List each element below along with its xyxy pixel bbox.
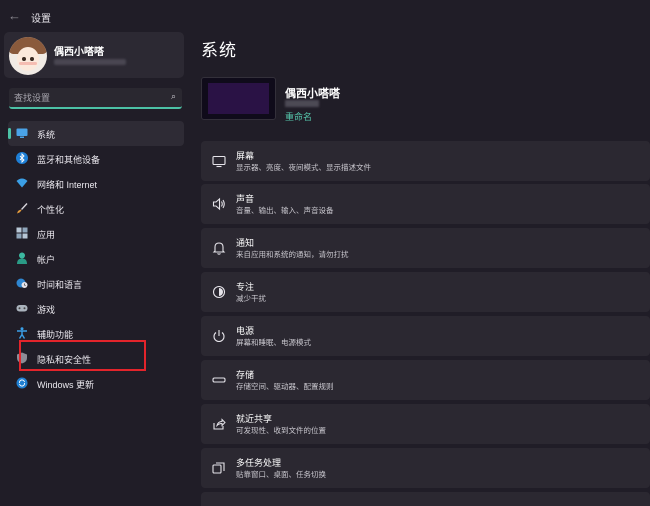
card-description: 减少干扰 [236,294,266,303]
sidebar-item-personalization[interactable]: 个性化 [8,196,184,221]
settings-card-focus[interactable]: 专注 减少干扰 [201,272,650,312]
share-icon [213,418,226,430]
account-icon [17,252,27,264]
brush-icon [17,203,28,214]
speaker-icon [212,197,225,211]
profile-card[interactable]: 偶西小嗒嗒 [4,32,184,78]
card-title: 通知 [236,238,255,248]
device-thumbnail [201,77,276,120]
card-description: 音量、输出、输入、声音设备 [236,206,334,215]
bluetooth-icon [16,152,28,164]
back-arrow-icon[interactable]: ← [8,9,22,23]
app-title: 设置 [31,14,51,25]
monitor-icon [16,128,28,138]
sidebar-item-label: 蓝牙和其他设备 [37,155,101,165]
sidebar-item-apps[interactable]: 应用 [8,221,184,246]
device-model-redacted [285,100,319,107]
sidebar-item-bluetooth[interactable]: 蓝牙和其他设备 [8,146,184,171]
settings-card-storage[interactable]: 存储 存储空间、驱动器、配置规则 [201,360,650,400]
multitask-icon [212,462,225,474]
card-title: 屏幕 [236,151,255,161]
sidebar-item-gaming[interactable]: 游戏 [8,296,184,321]
card-title: 专注 [236,282,255,292]
rename-link[interactable]: 重命名 [285,110,312,123]
sidebar-item-label: 网络和 Internet [37,180,98,190]
apps-icon [16,227,28,239]
card-title: 声音 [236,194,255,204]
settings-card-display[interactable]: 屏幕 显示器、亮度、夜间模式、显示描述文件 [201,141,650,181]
card-description: 存储空间、驱动器、配置规则 [236,382,334,391]
card-title: 存储 [236,370,255,380]
sidebar: 偶西小嗒嗒 ⌕ 系统 蓝牙和其他设备 网络和 Internet 个性化 应用 [0,32,192,506]
avatar [9,37,47,75]
card-title: 电源 [236,326,255,336]
settings-card-notifications[interactable]: 通知 来自应用和系统的通知，请勿打扰 [201,228,650,268]
settings-card-partial [201,492,650,506]
sidebar-item-label: Windows 更新 [37,380,95,390]
sidebar-item-accounts[interactable]: 帐户 [8,246,184,271]
sidebar-item-privacy-security[interactable]: 隐私和安全性 [8,346,184,371]
settings-card-nearby-sharing[interactable]: 就近共享 可发现性、收到文件的位置 [201,404,650,444]
bell-icon [212,242,226,255]
settings-card-power[interactable]: 电源 屏幕和睡眠、电源模式 [201,316,650,356]
sidebar-item-label: 辅助功能 [37,330,74,340]
shield-icon [17,352,27,364]
sidebar-item-label: 系统 [37,130,56,140]
card-description: 贴靠窗口、桌面、任务切换 [236,470,326,479]
sidebar-item-network[interactable]: 网络和 Internet [8,171,184,196]
sidebar-item-label: 隐私和安全性 [37,355,92,365]
card-description: 屏幕和睡眠、电源模式 [236,338,311,347]
settings-card-multitasking[interactable]: 多任务处理 贴靠窗口、桌面、任务切换 [201,448,650,488]
globe-clock-icon [16,278,28,288]
search-input[interactable] [14,90,164,105]
focus-icon [212,285,226,299]
card-description: 可发现性、收到文件的位置 [236,426,326,435]
sidebar-item-label: 时间和语言 [37,280,83,290]
card-title: 多任务处理 [236,458,282,468]
accessibility-icon [17,327,27,339]
update-icon [16,377,28,389]
sidebar-item-windows-update[interactable]: Windows 更新 [8,371,184,396]
sidebar-item-label: 应用 [37,230,56,240]
profile-email-redacted [54,59,126,65]
card-description: 显示器、亮度、夜间模式、显示描述文件 [236,163,371,172]
storage-icon [212,377,226,383]
page-title: 系统 [201,41,237,60]
search-icon[interactable]: ⌕ [171,91,176,102]
device-name: 偶西小嗒嗒 [285,88,340,100]
search-box[interactable]: ⌕ [9,88,182,109]
sidebar-item-accessibility[interactable]: 辅助功能 [8,321,184,346]
power-icon [213,330,225,343]
card-description: 来自应用和系统的通知，请勿打扰 [236,250,349,259]
sidebar-item-label: 游戏 [37,305,56,315]
wifi-icon [16,178,28,188]
sidebar-item-label: 个性化 [37,205,65,215]
sidebar-nav: 系统 蓝牙和其他设备 网络和 Internet 个性化 应用 帐户 时间和语言 [8,121,184,396]
sidebar-item-time-language[interactable]: 时间和语言 [8,271,184,296]
card-title: 就近共享 [236,414,273,424]
sidebar-item-label: 帐户 [37,255,56,265]
gamepad-icon [16,305,28,312]
display-icon [212,155,226,168]
sidebar-item-system[interactable]: 系统 [8,121,184,146]
main-content: 系统 偶西小嗒嗒 重命名 屏幕 显示器、亮度、夜间模式、显示描述文件 声音 音量… [192,32,650,506]
title-bar: ← 设置 [0,0,650,32]
settings-card-sound[interactable]: 声音 音量、输出、输入、声音设备 [201,184,650,224]
profile-name: 偶西小嗒嗒 [54,47,104,58]
